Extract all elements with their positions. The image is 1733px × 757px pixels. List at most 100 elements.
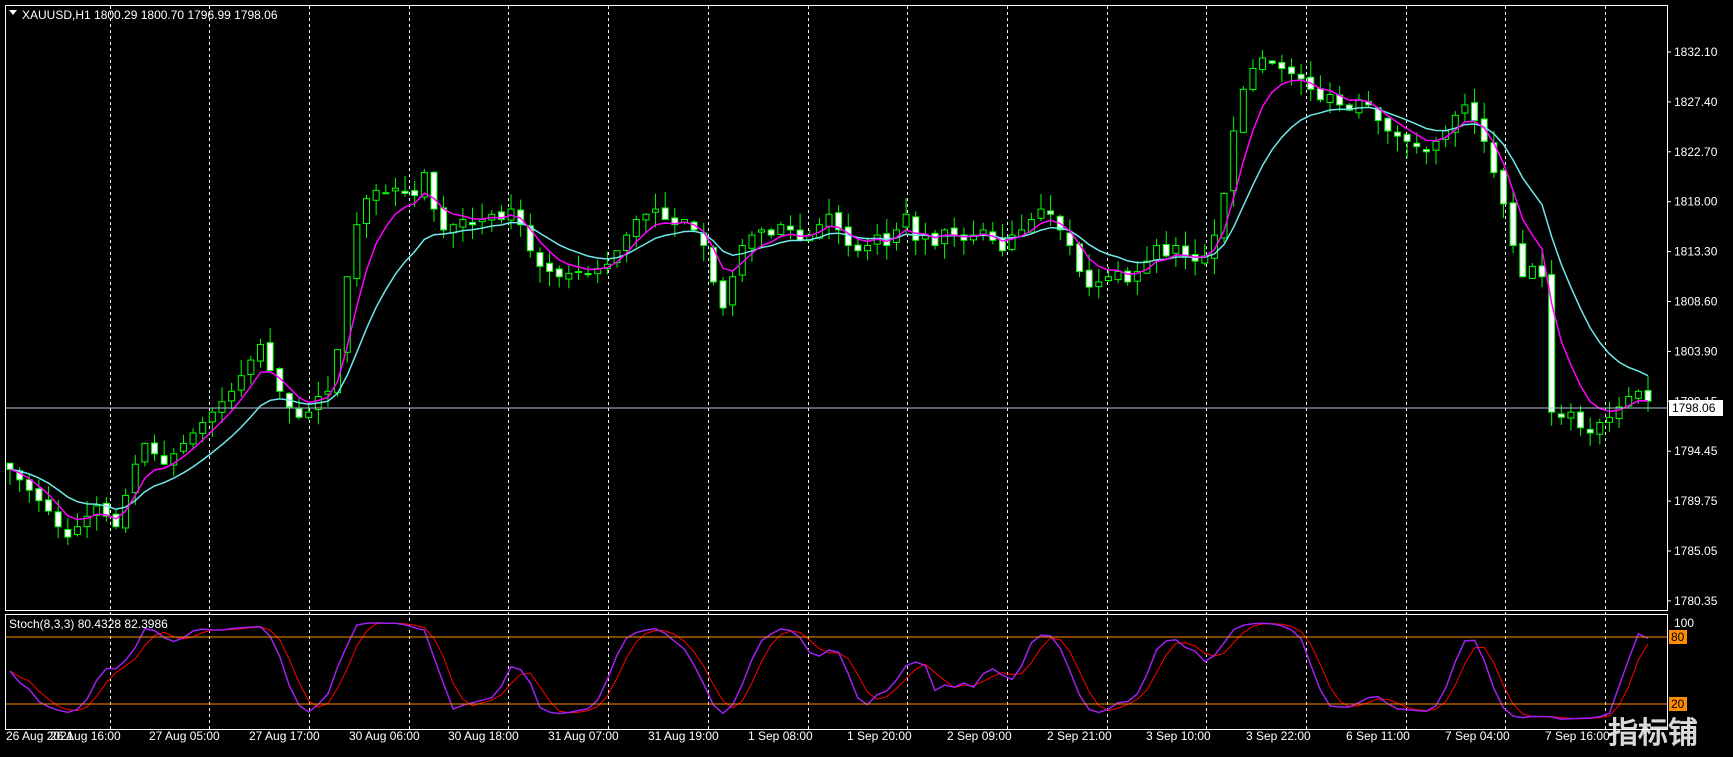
bear-candle	[401, 190, 409, 194]
stoch-axis-80: 80	[1671, 630, 1685, 644]
price-label: 1818.00	[1674, 195, 1718, 209]
bear-candle	[1384, 117, 1392, 132]
time-label: 3 Sep 10:00	[1146, 729, 1211, 743]
bear-candle	[912, 216, 920, 241]
price-label: 1780.35	[1674, 594, 1718, 608]
bear-candle	[1509, 202, 1517, 247]
bull-candle	[758, 229, 766, 233]
bull-candle	[864, 245, 872, 252]
bull-candle	[189, 432, 197, 445]
bull-candle	[1153, 245, 1161, 261]
time-label: 31 Aug 07:00	[548, 729, 619, 743]
bull-candle	[1596, 422, 1604, 435]
bear-candle	[468, 221, 476, 226]
bear-candle	[661, 207, 669, 220]
bull-candle	[777, 224, 785, 235]
bull-candle	[218, 401, 226, 413]
bull-candle	[237, 375, 245, 391]
bull-candle	[1567, 411, 1575, 419]
bear-candle	[1538, 265, 1546, 278]
price-label: 1803.90	[1674, 344, 1718, 358]
bear-candle	[854, 244, 862, 252]
bull-candle	[941, 229, 949, 245]
bull-candle	[979, 229, 987, 235]
price-label: 1827.40	[1674, 95, 1718, 109]
bear-candle	[1577, 411, 1585, 429]
bull-candle	[632, 218, 640, 237]
bear-candle	[45, 499, 53, 512]
bull-candle	[1605, 416, 1613, 423]
bull-candle	[1095, 281, 1103, 288]
bear-candle	[54, 511, 62, 528]
bull-candle	[574, 271, 582, 274]
bear-candle	[160, 455, 168, 465]
watermark-logo: 指标铺	[1608, 717, 1698, 750]
bear-candle	[1393, 131, 1401, 137]
bear-candle	[1471, 102, 1479, 122]
bull-candle	[1461, 104, 1469, 114]
symbol-header: XAUUSD,H1 1800.29 1800.70 1796.99 1798.0…	[22, 8, 278, 22]
bull-candle	[652, 208, 660, 213]
bear-candle	[1287, 66, 1295, 75]
main-header: XAUUSD,H1 1800.29 1800.70 1796.99 1798.0…	[9, 8, 278, 22]
time-label: 3 Sep 22:00	[1246, 729, 1311, 743]
bear-candle	[1644, 389, 1652, 402]
bear-candle	[1047, 210, 1055, 215]
bull-candle	[363, 198, 371, 225]
bear-candle	[151, 442, 159, 455]
ma-slow-line	[9, 106, 1649, 510]
price-label: 1813.30	[1674, 245, 1718, 259]
bull-candle	[391, 187, 399, 192]
bull-candle	[1259, 57, 1267, 71]
bull-candle	[208, 411, 216, 423]
bear-candle	[382, 192, 390, 195]
bull-candle	[372, 189, 380, 201]
time-label: 7 Sep 04:00	[1445, 729, 1510, 743]
bull-candle	[642, 213, 650, 221]
bear-candle	[440, 207, 448, 231]
time-label: 26 Aug 16:00	[50, 729, 121, 743]
time-label: 2 Sep 09:00	[947, 729, 1012, 743]
bear-candle	[786, 225, 794, 231]
bull-candle	[825, 213, 833, 227]
bear-candle	[112, 513, 120, 528]
bull-candle	[247, 359, 255, 375]
bull-candle	[1172, 245, 1180, 254]
time-label: 7 Sep 16:00	[1545, 729, 1610, 743]
time-label: 6 Sep 11:00	[1346, 729, 1410, 743]
bear-candle	[536, 252, 544, 267]
bear-candle	[546, 262, 554, 273]
bull-candle	[623, 234, 631, 251]
bull-candle	[353, 224, 361, 279]
bull-candle	[257, 343, 265, 362]
time-label: 27 Aug 05:00	[149, 729, 220, 743]
time-axis[interactable]: 26 Aug 202126 Aug 16:00 27 Aug 05:00 27 Au…	[6, 729, 1610, 743]
chart-terminal: XAUUSD,H1 1800.29 1800.70 1796.99 1798.0…	[0, 0, 1733, 752]
bear-candle	[1403, 133, 1411, 142]
bull-candle	[1355, 99, 1363, 114]
bear-candle	[1162, 244, 1170, 257]
bear-candle	[6, 462, 14, 470]
bear-candle	[1586, 428, 1594, 434]
time-label: 1 Sep 20:00	[847, 729, 912, 743]
time-label: 27 Aug 17:00	[249, 729, 320, 743]
chart-svg[interactable]: XAUUSD,H1 1800.29 1800.70 1796.99 1798.0…	[0, 0, 1733, 752]
bear-candle	[266, 342, 274, 371]
main-chart-frame	[5, 5, 1668, 611]
bear-candle	[584, 273, 592, 276]
stoch-axis: 100 80 20	[1669, 616, 1694, 711]
bull-candle	[729, 276, 737, 306]
stoch-axis-top: 100	[1674, 616, 1694, 630]
bull-candle	[1037, 208, 1045, 219]
moving-averages	[9, 79, 1649, 521]
price-label: 1832.10	[1674, 45, 1718, 59]
price-axis[interactable]: 1832.10 1827.40 1822.70 1818.00 1813.30 1808.…	[1667, 45, 1718, 608]
bear-candle	[1297, 73, 1305, 80]
bear-candle	[1499, 169, 1507, 205]
ma-fast-line	[9, 79, 1649, 521]
bear-candle	[1422, 149, 1430, 153]
bear-candle	[767, 229, 775, 236]
bull-candle	[228, 390, 236, 402]
bull-candle	[1432, 140, 1440, 151]
dropdown-triangle-icon[interactable]	[9, 10, 17, 15]
